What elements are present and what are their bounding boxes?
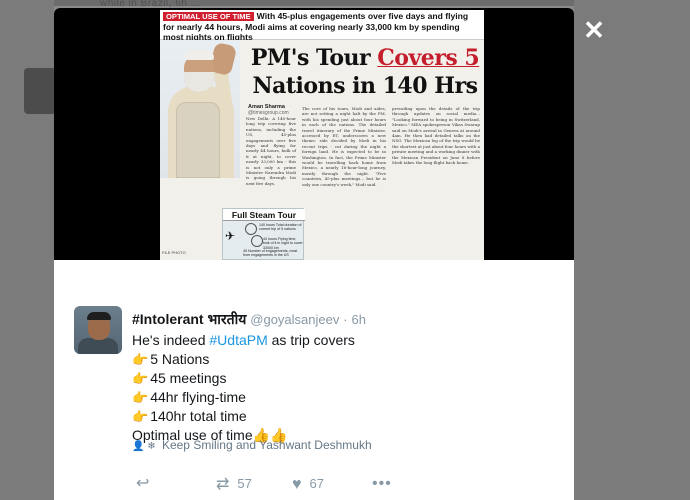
retweet-button[interactable]: ⇄ 57	[216, 474, 252, 494]
retweet-icon[interactable]: ⇄	[216, 476, 229, 493]
article-column-3: prevailing upon the details of the trip …	[392, 106, 480, 166]
tweet: #Intolerant भारतीय @goyalsanjeev · 6h He…	[54, 260, 574, 500]
list-item: 👉 140hr total time	[132, 408, 247, 424]
close-button[interactable]: ✕	[580, 16, 608, 44]
reply-button[interactable]: ↩	[136, 474, 149, 494]
newspaper-clipping[interactable]: OPTIMAL USE OF TIME With 45-plus engageme…	[160, 10, 484, 260]
clipping-tag: OPTIMAL USE OF TIME	[163, 12, 254, 21]
more-icon[interactable]: •••	[372, 475, 392, 492]
stat-flying-time: 44 hours Flying time, bulk of it in nigh…	[263, 237, 303, 250]
close-icon[interactable]: ✕	[583, 15, 605, 45]
tweet-media[interactable]: OPTIMAL USE OF TIME With 45-plus engageme…	[54, 8, 574, 260]
article-column-1: New Delhi: A 140-hour long trip covering…	[246, 116, 296, 186]
byline: Aman Sharma @timesgroup.com	[248, 104, 289, 116]
photo-credit: FILE PHOTO	[162, 250, 186, 255]
timeline-right-column	[574, 0, 690, 500]
user-handle[interactable]: @goyalsanjeev	[250, 312, 339, 327]
pointing-finger-icon: 👉	[132, 390, 149, 405]
hashtag-link[interactable]: #UdtaPM	[209, 332, 267, 348]
tweet-line-1: He's indeed #UdtaPM as trip covers	[132, 332, 355, 348]
tweet-timestamp[interactable]: 6h	[351, 312, 365, 327]
stat-engagements: 45 Number of engagements, most from enga…	[243, 249, 298, 258]
article-column-2: The core of his tours, Modi and aides, a…	[302, 106, 386, 187]
like-button[interactable]: ♥ 67	[292, 474, 324, 494]
pm-photo	[160, 40, 240, 178]
separator-dot: ·	[343, 312, 348, 327]
more-button[interactable]: •••	[372, 474, 392, 494]
pointing-finger-icon: 👉	[132, 371, 149, 386]
list-item: 👉 5 Nations	[132, 351, 210, 367]
clipping-header: OPTIMAL USE OF TIME With 45-plus engageme…	[160, 10, 484, 42]
stat-duration: 140 hours Total duration of current trip…	[259, 223, 302, 232]
heart-icon[interactable]: ♥	[292, 476, 302, 493]
avatar[interactable]	[74, 306, 122, 354]
background-avatar	[24, 68, 56, 114]
full-steam-tour-box: Full Steam Tour ✈ 140 hours Total durati…	[222, 208, 305, 260]
tweet-modal: OPTIMAL USE OF TIME With 45-plus engageme…	[54, 8, 574, 500]
globe-icon	[251, 235, 263, 247]
user-icon: 👤 ❄	[132, 441, 156, 452]
retweet-count: 57	[237, 476, 252, 491]
tweet-text: He's indeed #UdtaPM as trip covers 👉 5 Na…	[132, 331, 552, 445]
tweet-actions: ↩ ⇄ 57 ♥ 67 •••	[132, 474, 562, 494]
display-name[interactable]: #Intolerant भारतीय	[132, 311, 246, 327]
list-item: 👉 45 meetings	[132, 370, 227, 386]
retweet-context[interactable]: 👤 ❄ Keep Smiling and Yashwant Deshmukh	[132, 438, 372, 452]
retweeted-by[interactable]: Keep Smiling and Yashwant Deshmukh	[162, 438, 372, 452]
tweet-header: #Intolerant भारतीय @goyalsanjeev · 6h	[132, 310, 366, 329]
reply-icon[interactable]: ↩	[136, 475, 149, 492]
pointing-finger-icon: 👉	[132, 352, 149, 367]
pointing-finger-icon: 👉	[132, 409, 149, 424]
clipping-title: PM's Tour Covers 5 Nations in 140 Hrs	[250, 45, 480, 99]
list-item: 👉 44hr flying-time	[132, 389, 246, 405]
clock-icon	[245, 223, 257, 235]
box-title: Full Steam Tour	[223, 209, 305, 221]
like-count: 67	[309, 476, 324, 491]
airplane-icon: ✈	[225, 229, 236, 243]
